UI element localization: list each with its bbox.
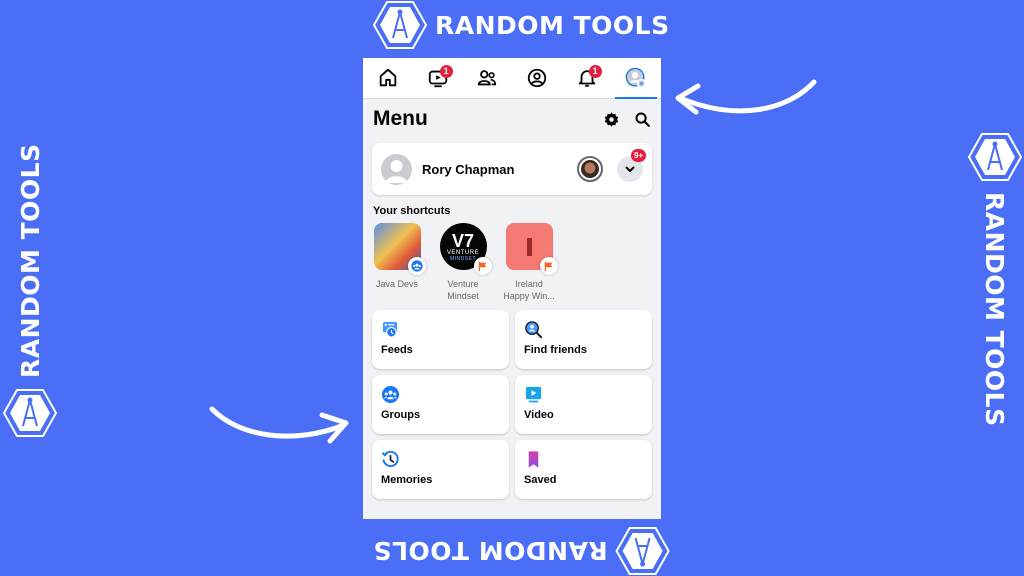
page-title: Menu (373, 107, 428, 130)
facebook-menu-screen: 1 1 Menu Rory Chapman 9+ Your shortcuts … (363, 58, 661, 519)
menu-avatar-icon (625, 67, 647, 89)
tile-label: Video (524, 409, 554, 421)
tile-feeds[interactable]: Feeds (372, 310, 509, 369)
shortcut-label: Ireland Happy Win... (503, 279, 555, 301)
avatar (381, 153, 412, 185)
notifications-badge: 1 (588, 65, 602, 78)
tile-label: Saved (524, 474, 557, 486)
brand-logo-left: RANDOM TOOLS (3, 130, 57, 440)
tile-find-friends[interactable]: Find friends (515, 310, 652, 369)
shortcut-venture-mindset[interactable]: V7 VENTURE MINDSET Venture Mindset (437, 223, 492, 302)
group-thumbnail (373, 223, 426, 275)
brand-logo-top: RANDOM TOOLS (373, 0, 670, 50)
compass-hexagon-icon (968, 133, 1022, 181)
menu-header: Menu (363, 99, 661, 135)
video-tile-icon (525, 386, 542, 403)
video-badge: 1 (439, 65, 453, 78)
shortcuts-list: Java Devs V7 VENTURE MINDSET Venture Min… (363, 217, 661, 302)
shortcuts-label: Your shortcuts (373, 205, 451, 217)
brand-logo-bottom: RANDOM TOOLS (373, 526, 670, 576)
find-friends-icon (525, 321, 543, 339)
tile-label: Find friends (524, 344, 587, 356)
profile-name: Rory Chapman (422, 161, 515, 177)
compass-hexagon-icon (615, 527, 670, 575)
saved-icon (528, 451, 539, 468)
shortcut-label: Venture Mindset (447, 279, 479, 301)
nav-profile[interactable] (512, 58, 562, 98)
default-avatar-icon (385, 159, 408, 183)
tile-label: Feeds (381, 344, 413, 356)
page-thumbnail (505, 223, 558, 275)
profile-card[interactable]: Rory Chapman 9+ (372, 143, 652, 195)
brand-name: RANDOM TOOLS (435, 10, 670, 40)
tile-memories[interactable]: Memories (372, 440, 509, 499)
switch-account-icon[interactable] (577, 156, 603, 182)
compass-hexagon-icon (3, 389, 57, 437)
menu-tiles-grid: Feeds Find friends Groups Video Memories… (363, 302, 661, 499)
feeds-icon (382, 321, 398, 338)
top-navigation-bar: 1 1 (363, 58, 661, 99)
brand-logo-right: RANDOM TOOLS (968, 130, 1022, 440)
arrow-pointing-right-icon (209, 406, 349, 444)
shortcut-java-devs[interactable]: Java Devs (371, 223, 426, 302)
arrow-pointing-left-icon (675, 79, 817, 115)
more-profiles-button[interactable]: 9+ (617, 149, 647, 182)
friends-icon (478, 70, 497, 86)
search-icon[interactable] (634, 111, 651, 128)
profile-icon (527, 68, 547, 88)
nav-video[interactable]: 1 (413, 58, 463, 98)
groups-icon (381, 385, 400, 404)
more-profiles-badge: 9+ (631, 149, 647, 162)
home-icon (379, 68, 397, 87)
nav-notifications[interactable]: 1 (562, 58, 612, 98)
flag-icon (539, 257, 558, 275)
brand-name: RANDOM TOOLS (980, 192, 1010, 427)
brand-name: RANDOM TOOLS (373, 536, 608, 566)
nav-home[interactable] (363, 58, 413, 98)
flag-icon (473, 257, 492, 275)
page-thumbnail: V7 VENTURE MINDSET (439, 223, 492, 275)
tile-saved[interactable]: Saved (515, 440, 652, 499)
shortcut-label: Java Devs (375, 279, 419, 289)
compass-hexagon-icon (373, 1, 427, 49)
venture-logo-mark: V7 (451, 230, 475, 251)
nav-friends[interactable] (462, 58, 512, 98)
nav-menu[interactable] (611, 58, 661, 99)
gear-icon[interactable] (603, 111, 620, 128)
tile-groups[interactable]: Groups (372, 375, 509, 434)
tile-label: Memories (381, 474, 433, 486)
venture-logo-subtext: MINDSET (450, 255, 476, 262)
shortcut-ireland-happy-win[interactable]: Ireland Happy Win... (503, 223, 558, 302)
group-icon (407, 257, 426, 275)
tile-video[interactable]: Video (515, 375, 652, 434)
chevron-down-icon (625, 166, 635, 172)
memories-icon (381, 450, 399, 467)
brand-name: RANDOM TOOLS (15, 143, 45, 378)
tile-label: Groups (381, 409, 421, 421)
